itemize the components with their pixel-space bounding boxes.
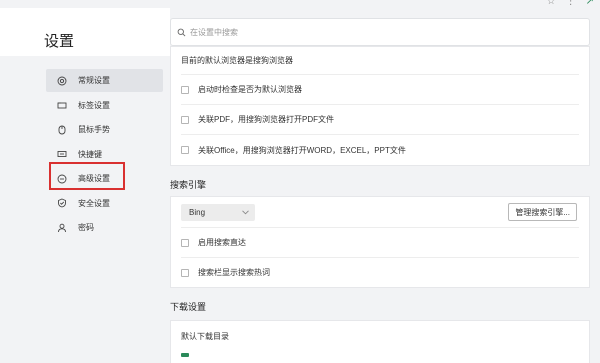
- more-circle-icon: [57, 174, 67, 184]
- hot-words-label: 搜索栏显示搜索热词: [198, 268, 270, 277]
- sidebar-item-tabs[interactable]: 标签设置: [46, 94, 163, 117]
- settings-circle-icon: [57, 76, 67, 86]
- sidebar-item-advanced[interactable]: 高级设置: [46, 167, 163, 190]
- sidebar-item-shortcuts[interactable]: 快捷键: [46, 143, 163, 166]
- mouse-gesture-icon: [57, 125, 67, 135]
- hot-words-row[interactable]: 搜索栏显示搜索热词: [181, 257, 579, 287]
- sidebar-item-label: 鼠标手势: [78, 125, 110, 134]
- hot-words-checkbox[interactable]: [181, 268, 189, 277]
- window-controls: ☆ ⋮ ↗: [547, 0, 594, 7]
- sidebar-item-general[interactable]: 常规设置: [46, 69, 163, 92]
- sidebar-item-security[interactable]: 安全设置: [46, 192, 163, 215]
- sidebar-item-mouse-gestures[interactable]: 鼠标手势: [46, 118, 163, 141]
- associate-pdf-label: 关联PDF，用搜狗浏览器打开PDF文件: [198, 115, 334, 124]
- sidebar-item-label: 标签设置: [78, 100, 110, 110]
- check-default-label: 启动时检查是否为默认浏览器: [198, 85, 302, 94]
- chevron-down-icon: [242, 209, 249, 214]
- download-next-row: [181, 351, 579, 357]
- search-engine-section-title: 搜索引擎: [170, 180, 207, 190]
- sidebar-item-passwords[interactable]: 密码: [46, 216, 163, 239]
- associate-office-row[interactable]: 关联Office，用搜狗浏览器打开WORD，EXCEL，PPT文件: [181, 134, 579, 165]
- shield-icon: [57, 198, 67, 208]
- arrow-icon[interactable]: ↗: [586, 0, 594, 7]
- search-direct-label: 启用搜索直达: [198, 238, 246, 247]
- search-engine-value: Bing: [189, 207, 206, 217]
- default-browser-status: 目前的默认浏览器是搜狗浏览器: [181, 56, 293, 65]
- sidebar-item-label: 快捷键: [78, 149, 102, 159]
- default-browser-card: 目前的默认浏览器是搜狗浏览器 启动时检查是否为默认浏览器 关联PDF，用搜狗浏览…: [170, 46, 590, 166]
- page-title: 设置: [44, 33, 75, 50]
- person-icon: [57, 223, 67, 233]
- search-icon: [177, 28, 186, 36]
- shortcut-icon: [57, 149, 67, 159]
- download-option-checkbox[interactable]: [181, 353, 189, 357]
- search-engine-select[interactable]: Bing: [181, 203, 255, 221]
- associate-office-checkbox[interactable]: [181, 146, 189, 154]
- sidebar-item-label: 高级设置: [78, 174, 110, 183]
- star-icon[interactable]: ☆: [547, 0, 556, 7]
- sidebar-header: [0, 8, 170, 56]
- associate-office-label: 关联Office，用搜狗浏览器打开WORD，EXCEL，PPT文件: [198, 145, 406, 155]
- more-icon[interactable]: ⋮: [566, 0, 576, 7]
- check-default-row[interactable]: 启动时检查是否为默认浏览器: [181, 74, 579, 104]
- download-card: 默认下载目录: [170, 320, 590, 363]
- settings-search-bar: [170, 18, 590, 46]
- sidebar-item-label: 密码: [78, 223, 94, 232]
- search-direct-checkbox[interactable]: [181, 238, 189, 247]
- associate-pdf-checkbox[interactable]: [181, 115, 189, 124]
- sidebar-item-label: 安全设置: [78, 198, 110, 208]
- settings-nav: 常规设置 标签设置 鼠标手势 快捷键 高级设置 安全设置 密码: [46, 69, 163, 241]
- manage-search-engines-button[interactable]: 管理搜索引擎...: [508, 203, 577, 221]
- search-input[interactable]: [190, 27, 570, 37]
- download-section-title: 下载设置: [170, 302, 207, 312]
- tab-icon: [57, 100, 67, 110]
- sidebar-item-label: 常规设置: [78, 76, 110, 85]
- search-direct-row[interactable]: 启用搜索直达: [181, 227, 579, 257]
- search-engine-select-row: Bing 管理搜索引擎...: [171, 197, 589, 227]
- window-topbar: ☆ ⋮ ↗: [0, 0, 600, 8]
- associate-pdf-row[interactable]: 关联PDF，用搜狗浏览器打开PDF文件: [181, 104, 579, 134]
- search-engine-card: Bing 管理搜索引擎... 启用搜索直达 搜索栏显示搜索热词: [170, 196, 590, 288]
- default-download-dir-label: 默认下载目录: [181, 331, 229, 341]
- check-default-checkbox[interactable]: [181, 85, 189, 94]
